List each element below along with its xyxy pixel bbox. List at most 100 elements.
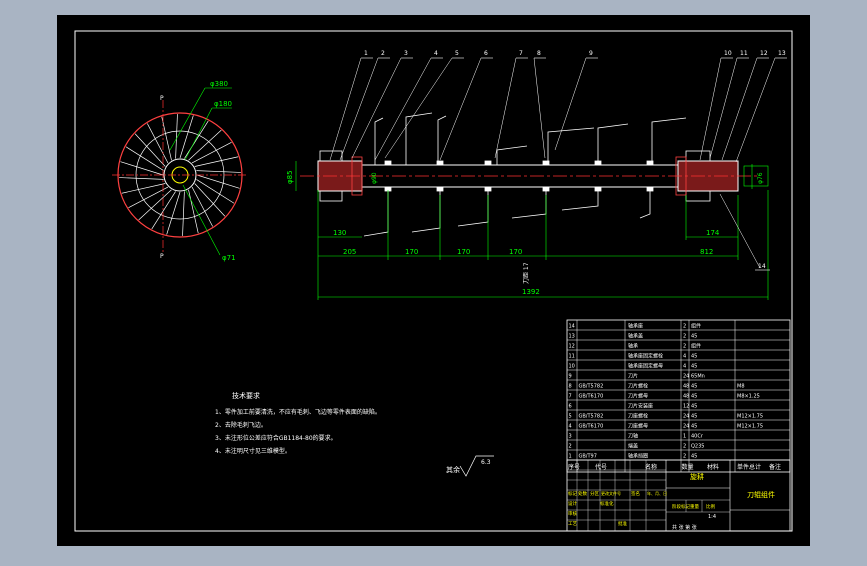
bom-cell: 45 <box>691 424 697 430</box>
bom-cell: Q235 <box>691 444 704 450</box>
bom-cell: 8 <box>569 384 572 390</box>
blade-seat-bottom <box>484 186 492 192</box>
blade-seat-top <box>384 160 392 166</box>
callout-number: 4 <box>434 50 438 57</box>
tech-req-item-2: 2、去除毛刺飞边。 <box>215 421 267 429</box>
bom-cell: 3 <box>569 434 572 440</box>
label-weight: 重量 <box>690 503 699 510</box>
callout-number: 13 <box>778 50 786 57</box>
bom-header-cell: 材料 <box>707 463 719 471</box>
bom-cell: 组件 <box>691 343 701 350</box>
pitch-note: 刀距 17 <box>523 262 530 284</box>
bom-cell: 刀片螺栓 <box>628 383 648 390</box>
dia-outer-label: φ380 <box>210 80 228 88</box>
shaft-dia-left: φ85 <box>286 170 294 184</box>
bom-cell: 24 <box>683 374 689 380</box>
company-name: 旋耕 <box>690 472 704 481</box>
tech-req-title: 技术要求 <box>232 391 260 400</box>
bom-cell: 4 <box>683 354 686 360</box>
bom-cell: 40Cr <box>691 434 704 440</box>
dim-812: 812 <box>700 248 713 256</box>
blade-seat-top <box>484 160 492 166</box>
bom-cell: GB/T97 <box>579 454 597 460</box>
bom-cell: 45 <box>691 454 697 460</box>
callout-number: 1 <box>364 50 368 57</box>
bom-cell: 48 <box>683 394 689 400</box>
bom-cell: 刀片螺母 <box>628 393 648 400</box>
label-signature: 签名 <box>631 490 640 497</box>
blade-seat-bottom <box>594 186 602 192</box>
bom-cell: GB/T5782 <box>579 414 604 420</box>
bom-cell: 2 <box>683 334 686 340</box>
dia-mid-label: φ180 <box>214 100 232 108</box>
label-process: 工艺 <box>568 521 577 527</box>
bom-cell: 45 <box>691 404 697 410</box>
callout-number: 8 <box>537 50 541 57</box>
label-stage-mark: 阶段标记 <box>672 503 690 510</box>
dim-130: 130 <box>333 229 346 237</box>
label-review: 审核 <box>568 510 577 517</box>
blade-seat-bottom <box>646 186 654 192</box>
label-count: 处数 <box>578 490 587 497</box>
cad-viewport[interactable]: φ380 φ180 φ71 P P φ85 φ90 φ76 130 205 17… <box>0 0 867 562</box>
bom-header-cell: 数量 <box>682 463 694 471</box>
bom-cell: M12×1.75 <box>737 424 763 430</box>
bom-cell: M8×1.25 <box>737 394 760 400</box>
bom-cell: 9 <box>569 374 572 380</box>
bom-cell: 45 <box>691 364 697 370</box>
bom-cell: 45 <box>691 384 697 390</box>
drawing-title: 刀辊组件 <box>747 490 775 499</box>
label-approve: 批准 <box>618 520 627 527</box>
label-scale: 比例 <box>706 503 715 510</box>
roughness-label: 其余 <box>446 465 460 474</box>
bom-cell: 刀轴 <box>628 433 638 440</box>
bom-cell: 轴承挡圈 <box>628 453 648 460</box>
bom-cell: 7 <box>569 394 572 400</box>
bom-cell: 刀片 <box>628 373 638 380</box>
bom-cell: 45 <box>691 414 697 420</box>
callout-number: 7 <box>519 50 523 57</box>
bom-cell: 45 <box>691 394 697 400</box>
tech-req-item-1: 1、零件加工前要清洗，不应有毛刺、飞边等零件表面的缺陷。 <box>215 408 381 416</box>
bom-cell: 65Mn <box>691 374 705 380</box>
bom-cell: 14 <box>569 324 575 330</box>
bom-cell: 轴承盖 <box>628 333 643 340</box>
bom-cell: 刀片安装座 <box>628 403 653 410</box>
bom-header-cell: 备注 <box>769 463 781 471</box>
bom-cell: 轴承 <box>628 343 638 350</box>
bom-cell: 2 <box>569 444 572 450</box>
bom-cell: 5 <box>569 414 572 420</box>
bom-cell: 45 <box>691 354 697 360</box>
sheet-info: 共 张 第 张 <box>672 524 697 531</box>
bom-cell: 45 <box>691 334 697 340</box>
blade-seat-bottom <box>542 186 550 192</box>
shaft-dia-right: φ76 <box>757 172 764 184</box>
dim-205: 205 <box>343 248 356 256</box>
section-mark-top: P <box>160 95 164 102</box>
tech-req-item-3: 3、未注形位公差应符合GB1184-80的要求。 <box>215 434 337 442</box>
bom-cell: 刀座螺栓 <box>628 413 648 420</box>
bom-cell: 2 <box>683 324 686 330</box>
callout-number: 2 <box>381 50 385 57</box>
blade-seat-top <box>436 160 444 166</box>
bom-cell: M8 <box>737 384 745 390</box>
bom-cell: 12 <box>569 344 575 350</box>
bom-cell: GB/T6170 <box>579 424 604 430</box>
callout-number: 6 <box>484 50 488 57</box>
blade-seat-bottom <box>436 186 444 192</box>
bom-cell: GB/T5782 <box>579 384 604 390</box>
bom-cell: 11 <box>569 354 575 360</box>
callout-number: 12 <box>760 50 768 57</box>
drawing-sheet <box>57 15 810 546</box>
bom-cell: 48 <box>683 384 689 390</box>
label-standardize: 标准化 <box>600 500 614 507</box>
bom-cell: GB/T6170 <box>579 394 604 400</box>
bom-cell: 10 <box>569 364 575 370</box>
label-date: 年、月、日 <box>647 490 667 496</box>
bom-cell: 轴承座固定螺栓 <box>628 353 663 360</box>
bom-header-cell: 总计 <box>749 463 761 471</box>
callout-number: 10 <box>724 50 732 57</box>
bom-cell: 24 <box>683 424 689 430</box>
dim-170-a: 170 <box>405 248 418 256</box>
bom-cell: 2 <box>683 344 686 350</box>
